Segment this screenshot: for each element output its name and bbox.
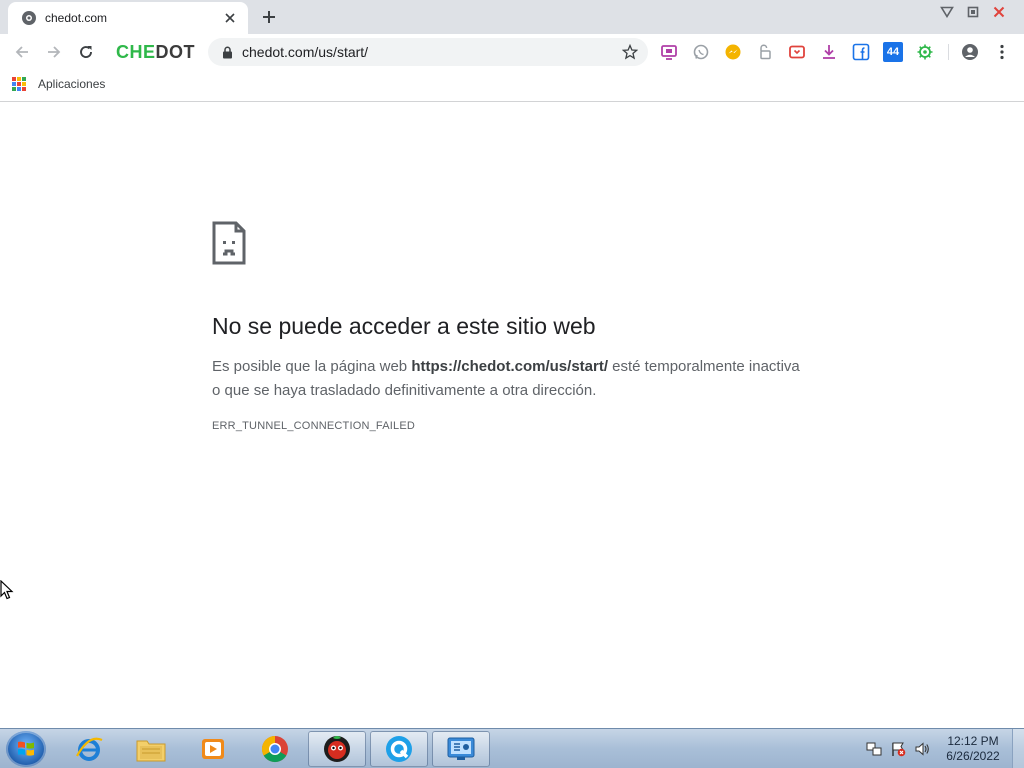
lock-icon[interactable] bbox=[220, 45, 234, 59]
new-tab-plus-icon[interactable] bbox=[259, 7, 279, 27]
clock-date: 6/26/2022 bbox=[946, 749, 1000, 763]
show-desktop-button[interactable] bbox=[1012, 729, 1024, 768]
error-description: Es posible que la página web https://che… bbox=[212, 355, 812, 403]
tab-title: chedot.com bbox=[45, 11, 108, 25]
tab-favicon-icon bbox=[22, 11, 36, 25]
windows-taskbar: 12:12 PM 6/26/2022 bbox=[0, 728, 1024, 768]
apps-label: Aplicaciones bbox=[38, 77, 106, 91]
brand-text-right: DOT bbox=[155, 42, 196, 62]
address-bar[interactable]: chedot.com/us/start/ bbox=[208, 38, 648, 66]
action-center-flag-icon[interactable] bbox=[890, 741, 906, 757]
browser-tab[interactable]: chedot.com bbox=[8, 2, 248, 34]
clock-time: 12:12 PM bbox=[947, 734, 999, 748]
screen-share-extension-icon[interactable] bbox=[659, 42, 679, 62]
taskbar-clock[interactable]: 12:12 PM 6/26/2022 bbox=[940, 734, 1006, 764]
chedot-taskbar-icon[interactable] bbox=[308, 731, 366, 767]
download-extension-icon[interactable] bbox=[819, 42, 839, 62]
control-panel-icon[interactable] bbox=[432, 731, 490, 767]
menu-kebab-icon[interactable] bbox=[992, 42, 1012, 62]
browser-toolbar: CHEDOT chedot.com/us/start/ 44 bbox=[0, 34, 1024, 70]
video-downloader-extension-icon[interactable] bbox=[787, 42, 807, 62]
chrome-icon[interactable] bbox=[246, 731, 304, 767]
file-explorer-icon[interactable] bbox=[122, 731, 180, 767]
error-code: ERR_TUNNEL_CONNECTION_FAILED bbox=[212, 420, 416, 432]
close-window-icon[interactable] bbox=[990, 4, 1008, 20]
tab-close-icon[interactable] bbox=[222, 10, 238, 26]
whatsapp-extension-icon[interactable] bbox=[691, 42, 711, 62]
q-app-icon[interactable] bbox=[370, 731, 428, 767]
messenger-extension-icon[interactable] bbox=[723, 42, 743, 62]
reload-icon[interactable] bbox=[74, 40, 98, 64]
mouse-cursor-icon bbox=[0, 580, 14, 600]
sad-page-icon bbox=[212, 221, 246, 265]
bookmark-star-icon[interactable] bbox=[618, 40, 642, 64]
volume-tray-icon[interactable] bbox=[914, 741, 930, 757]
apps-grid-icon bbox=[12, 77, 26, 91]
profile-avatar-icon[interactable] bbox=[960, 42, 980, 62]
minimize-triangle-icon[interactable] bbox=[938, 4, 956, 20]
settings-gear-extension-icon[interactable] bbox=[915, 42, 935, 62]
toolbar-separator bbox=[948, 44, 949, 60]
unlock-extension-icon[interactable] bbox=[755, 42, 775, 62]
badge-44-extension-icon[interactable]: 44 bbox=[883, 42, 903, 62]
restore-window-icon[interactable] bbox=[964, 4, 982, 20]
network-tray-icon[interactable] bbox=[866, 741, 882, 757]
error-description-prefix: Es posible que la página web bbox=[212, 358, 412, 375]
back-arrow-icon[interactable] bbox=[10, 40, 34, 64]
start-button[interactable] bbox=[6, 731, 46, 767]
bookmarks-bar: Aplicaciones bbox=[0, 70, 1024, 102]
brand-text-left: CHE bbox=[116, 42, 156, 62]
error-page: No se puede acceder a este sitio web Es … bbox=[0, 103, 1024, 728]
error-title: No se puede acceder a este sitio web bbox=[212, 313, 596, 339]
apps-shortcut[interactable]: Aplicaciones bbox=[12, 77, 105, 91]
error-description-url: https://chedot.com/us/start/ bbox=[411, 358, 608, 375]
facebook-extension-icon[interactable] bbox=[851, 42, 871, 62]
windows-logo-icon bbox=[18, 741, 34, 756]
extension-badge-text: 44 bbox=[886, 46, 900, 58]
internet-explorer-icon[interactable] bbox=[60, 731, 118, 767]
media-player-icon[interactable] bbox=[184, 731, 242, 767]
chedot-brand-logo[interactable]: CHEDOT bbox=[116, 42, 195, 63]
forward-arrow-icon[interactable] bbox=[42, 40, 66, 64]
tab-strip: chedot.com bbox=[0, 0, 1024, 34]
url-text[interactable]: chedot.com/us/start/ bbox=[242, 44, 618, 60]
